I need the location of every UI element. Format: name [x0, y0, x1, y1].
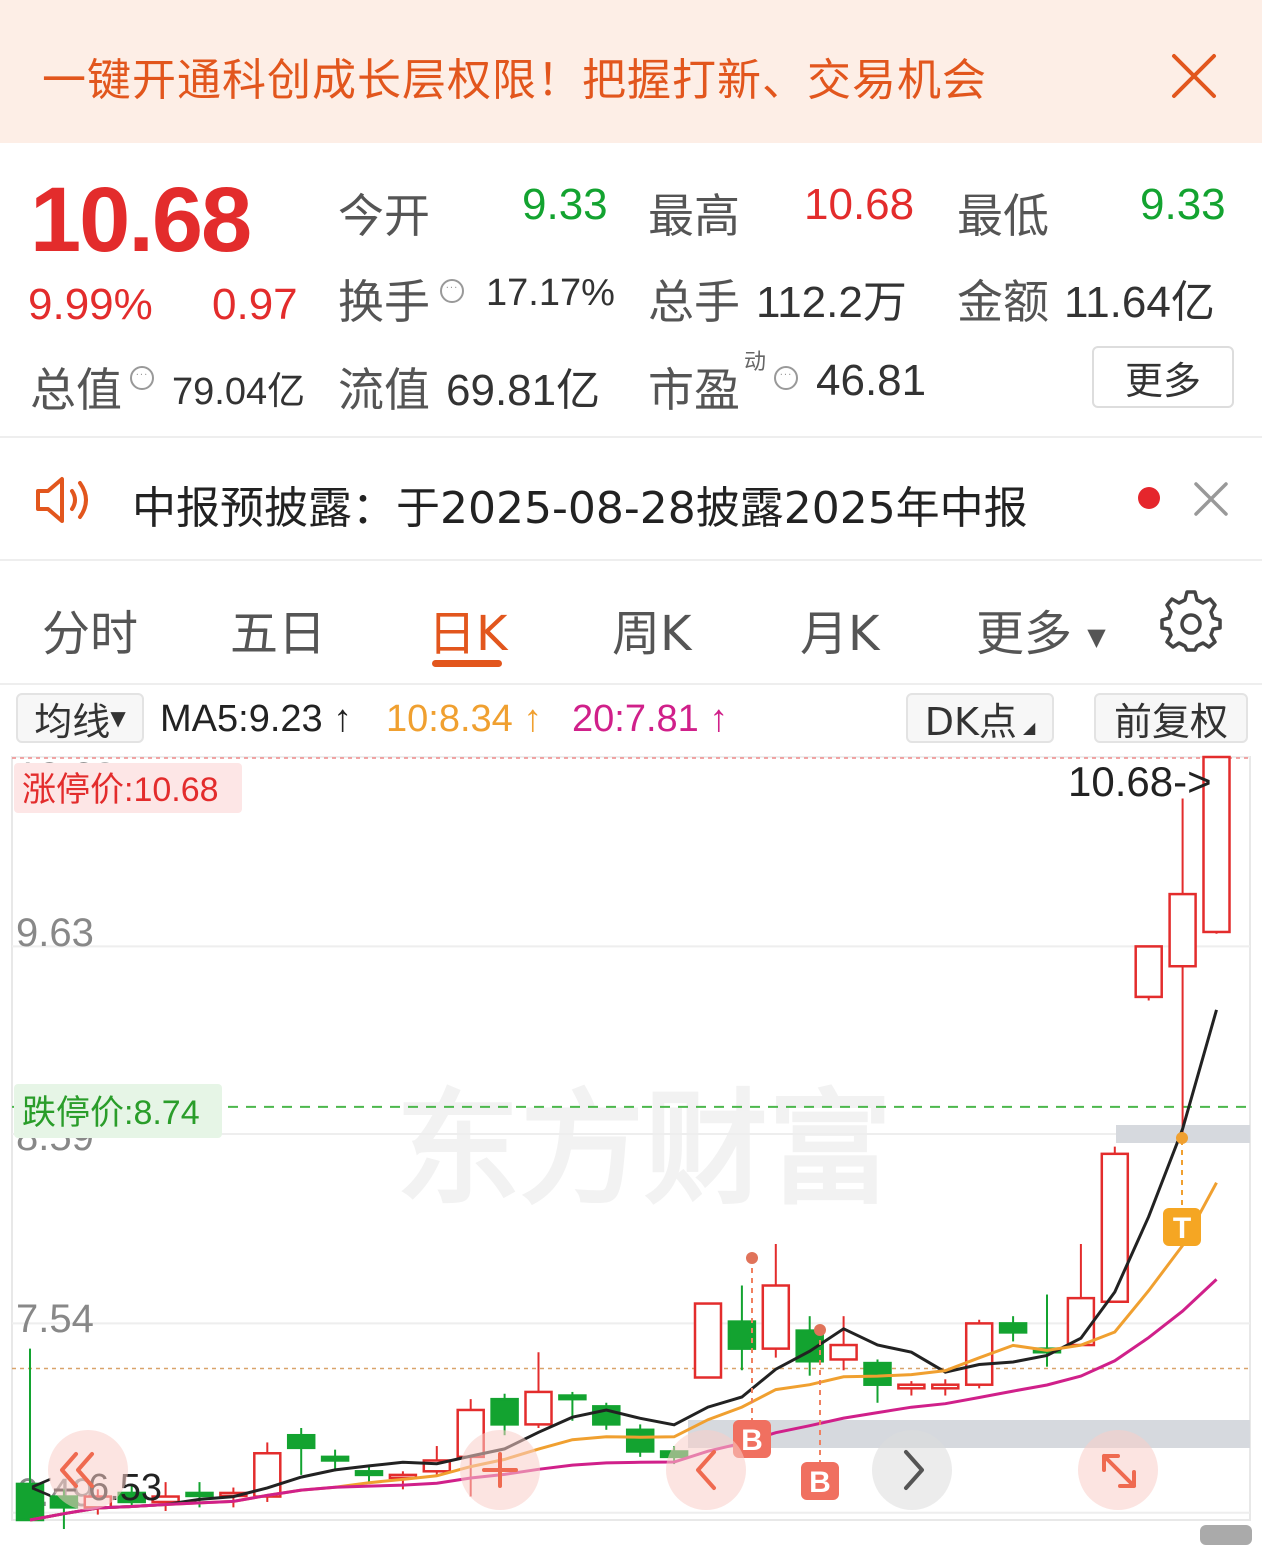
- tab-more[interactable]: 更多 ▼: [976, 594, 1106, 664]
- candle-body: [185, 1491, 214, 1498]
- buy-signal-text: B: [741, 1424, 763, 1457]
- tab-weekly-k[interactable]: 周K: [612, 594, 691, 664]
- indicator-label: 均线: [34, 699, 111, 744]
- sell-signal-text: T: [1173, 1212, 1191, 1245]
- scroll-left-icon[interactable]: [666, 1430, 746, 1510]
- ma20-value: 20:7.81 ↑: [572, 698, 729, 740]
- scroll-left-icon-bg: [666, 1430, 746, 1510]
- float-cap-value: 69.81亿: [446, 366, 601, 415]
- indicator-select[interactable]: 均线 ▼: [16, 693, 144, 744]
- signal-dot: [1176, 1132, 1188, 1144]
- candle-body: [931, 1383, 960, 1390]
- settings-gear-icon[interactable]: [1160, 590, 1222, 656]
- change-amount: 0.97: [212, 280, 298, 329]
- high-value: 10.68: [804, 180, 915, 229]
- candle-body: [1168, 892, 1197, 968]
- y-tick-label: 9.63: [16, 911, 94, 955]
- tab-more-label: 更多: [976, 606, 1073, 662]
- volume-value: 112.2万: [756, 278, 907, 327]
- notice-text[interactable]: 中报预披露：于2025-08-28披露2025年中报: [132, 472, 1028, 536]
- watermark: 东方财富: [396, 1078, 892, 1222]
- scroll-handle: [1200, 1525, 1252, 1545]
- amount-value: 11.64亿: [1064, 278, 1215, 327]
- candle-body: [829, 1343, 858, 1361]
- scroll-right-icon[interactable]: [872, 1430, 952, 1510]
- candle-body: [320, 1455, 350, 1462]
- tab-five-day[interactable]: 五日: [230, 594, 326, 664]
- ma10-value: 10:8.34 ↑: [386, 698, 543, 740]
- ma20-line: [29, 1278, 1218, 1522]
- divider: [0, 559, 1262, 561]
- unread-dot: [1138, 487, 1160, 509]
- pe-label: 市盈: [648, 363, 740, 417]
- tab-monthly-k[interactable]: 月K: [800, 594, 879, 664]
- candle-body: [998, 1322, 1028, 1334]
- adjust-type-button[interactable]: 前复权: [1094, 693, 1248, 744]
- dk-point-button[interactable]: DK点 ◢: [906, 693, 1054, 744]
- open-value: 9.33: [522, 180, 608, 229]
- banner-close-icon[interactable]: [1168, 50, 1220, 102]
- candle-body: [490, 1397, 519, 1426]
- signal-dot: [746, 1252, 758, 1264]
- candle-body: [727, 1320, 757, 1350]
- candle-body: [286, 1433, 316, 1450]
- candle-body: [558, 1394, 587, 1401]
- market-cap-value: 79.04亿: [172, 371, 306, 413]
- corner-triangle-icon: ◢: [1022, 717, 1036, 737]
- pe-info-icon[interactable]: ···: [774, 366, 798, 390]
- candle-body: [354, 1470, 384, 1477]
- open-label: 今开: [338, 189, 430, 243]
- candle-body: [524, 1390, 553, 1426]
- fullscreen-icon[interactable]: [1078, 1430, 1158, 1510]
- turnover-info-icon[interactable]: ···: [440, 279, 464, 303]
- more-quote-button[interactable]: 更多: [1092, 346, 1234, 408]
- candle-body: [693, 1302, 723, 1379]
- amount-label: 金额: [957, 275, 1049, 329]
- active-tab-indicator: [432, 660, 502, 667]
- change-percent: 9.99%: [28, 280, 153, 329]
- ma5-value: MA5:9.23 ↑: [160, 698, 353, 740]
- pe-superscript: 动: [744, 350, 767, 375]
- y-tick-label: 7.54: [16, 1297, 94, 1341]
- limit-up-label: 涨停价:10.68: [22, 771, 219, 809]
- candle-body: [761, 1284, 791, 1350]
- kline-chart[interactable]: 东方财富 10.689.638.597.546.49 涨停价:10.68跌停价:…: [0, 752, 1262, 1545]
- caret-down-icon: ▼: [1087, 623, 1106, 651]
- promo-banner-text[interactable]: 一键开通科创成长层权限！把握打新、交易机会: [42, 44, 987, 108]
- low-label: 最低: [957, 189, 1049, 243]
- buy-signal-text: B: [809, 1466, 831, 1499]
- candle-body: [1100, 1152, 1130, 1303]
- low-value: 9.33: [1140, 180, 1226, 229]
- candle-body: [625, 1428, 655, 1453]
- tab-intraday[interactable]: 分时: [42, 594, 138, 664]
- signal-dot: [814, 1324, 826, 1336]
- tab-daily-k[interactable]: 日K: [428, 594, 507, 664]
- market-cap-info-icon[interactable]: ···: [130, 366, 154, 390]
- scroll-start-icon[interactable]: [48, 1430, 128, 1510]
- volume-label: 总手: [648, 275, 740, 329]
- notice-close-icon[interactable]: [1192, 480, 1230, 522]
- zoom-in-icon[interactable]: [460, 1430, 540, 1510]
- current-price: 10.68: [30, 169, 252, 271]
- turnover-label: 换手: [338, 275, 430, 329]
- scroll-right-icon-bg: [872, 1430, 952, 1510]
- high-label: 最高: [648, 189, 740, 243]
- speaker-icon: [34, 474, 96, 530]
- market-cap-label: 总值: [30, 363, 122, 417]
- candle-body: [1134, 945, 1163, 999]
- candle-body: [897, 1383, 926, 1390]
- float-cap-label: 流值: [338, 363, 430, 417]
- last-price-marker: 10.68->: [1068, 758, 1212, 805]
- divider: [0, 436, 1262, 438]
- caret-down-icon: ▼: [110, 706, 126, 730]
- turnover-value: 17.17%: [486, 272, 615, 314]
- candle-body: [863, 1361, 892, 1386]
- limit-down-label: 跌停价:8.74: [22, 1094, 200, 1132]
- divider: [0, 683, 1262, 685]
- pe-value: 46.81: [816, 356, 927, 405]
